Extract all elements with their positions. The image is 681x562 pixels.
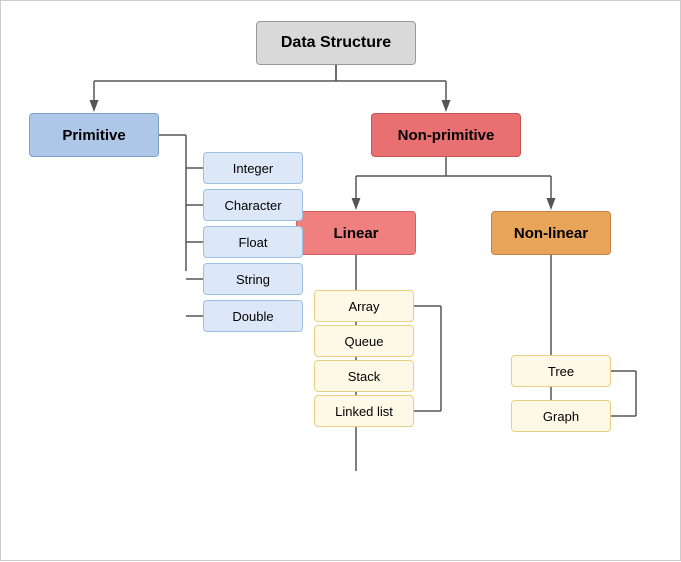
array-node: Array <box>314 290 414 322</box>
linkedlist-node: Linked list <box>314 395 414 427</box>
float-node: Float <box>203 226 303 258</box>
float-label: Float <box>239 235 268 250</box>
root-label: Data Structure <box>281 34 391 52</box>
string-node: String <box>203 263 303 295</box>
nonlinear-node: Non-linear <box>491 211 611 255</box>
linear-label: Linear <box>333 225 378 242</box>
nonprimitive-node: Non-primitive <box>371 113 521 157</box>
integer-node: Integer <box>203 152 303 184</box>
double-node: Double <box>203 300 303 332</box>
nonprimitive-label: Non-primitive <box>398 127 495 144</box>
graph-node: Graph <box>511 400 611 432</box>
character-label: Character <box>224 198 281 213</box>
tree-node: Tree <box>511 355 611 387</box>
string-label: String <box>236 272 270 287</box>
stack-label: Stack <box>348 369 381 384</box>
diagram: Data Structure Primitive Non-primitive L… <box>0 0 681 561</box>
connector-lines <box>1 1 681 562</box>
linear-node: Linear <box>296 211 416 255</box>
graph-label: Graph <box>543 409 579 424</box>
root-node: Data Structure <box>256 21 416 65</box>
stack-node: Stack <box>314 360 414 392</box>
integer-label: Integer <box>233 161 273 176</box>
tree-label: Tree <box>548 364 574 379</box>
double-label: Double <box>232 309 273 324</box>
array-label: Array <box>348 299 379 314</box>
queue-node: Queue <box>314 325 414 357</box>
nonlinear-label: Non-linear <box>514 225 588 242</box>
queue-label: Queue <box>344 334 383 349</box>
primitive-label: Primitive <box>62 127 125 144</box>
character-node: Character <box>203 189 303 221</box>
primitive-node: Primitive <box>29 113 159 157</box>
linkedlist-label: Linked list <box>335 404 393 419</box>
